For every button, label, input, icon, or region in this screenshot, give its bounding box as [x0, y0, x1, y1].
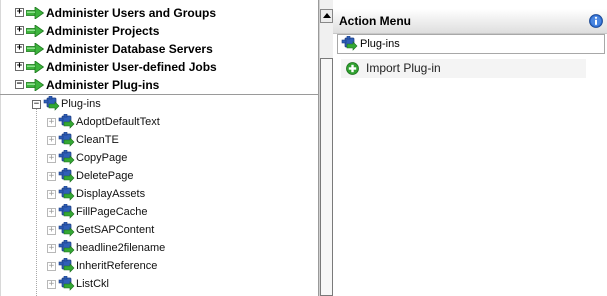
tree-node-label[interactable]: Administer Projects	[46, 22, 159, 40]
collapse-toggle[interactable]: −	[32, 100, 41, 109]
plugin-label[interactable]: FillPageCache	[76, 203, 148, 221]
tree-item-plugin[interactable]: + CleanTE	[0, 131, 300, 149]
plugin-label[interactable]: InheritReference	[76, 257, 157, 275]
tree-item-plugin[interactable]: + headline2filename	[0, 239, 300, 257]
scroll-up-arrow-icon[interactable]	[320, 9, 333, 23]
tree-node-label[interactable]: Administer Users and Groups	[46, 4, 216, 22]
tree-node-label[interactable]: Administer User-defined Jobs	[46, 58, 217, 76]
plugin-icon	[58, 168, 75, 184]
import-plugin-action[interactable]: Import Plug-in	[341, 59, 586, 78]
action-menu-title: Action Menu	[339, 14, 411, 28]
expand-toggle[interactable]: +	[47, 208, 56, 217]
tree-item-plugin[interactable]: + InheritReference	[0, 257, 300, 275]
tree-node-users-groups[interactable]: + Administer Users and Groups	[0, 4, 318, 22]
plugin-icon	[58, 204, 75, 220]
admin-tree: + Administer Users and Groups + Administ…	[0, 0, 318, 296]
expand-toggle[interactable]: +	[47, 244, 56, 253]
tree-item-plugin[interactable]: + DisplayAssets	[0, 185, 300, 203]
plugin-label[interactable]: headline2filename	[76, 239, 165, 257]
plugin-icon	[43, 96, 60, 112]
expand-toggle[interactable]: +	[47, 172, 56, 181]
expand-toggle[interactable]: +	[15, 26, 24, 35]
tree-node-database-servers[interactable]: + Administer Database Servers	[0, 40, 318, 58]
tree-item-plugin[interactable]: + CopyPage	[0, 149, 300, 167]
action-menu-panel: Action Menu Plug-ins Import Plug-in	[333, 0, 607, 296]
tree-node-label[interactable]: Plug-ins	[61, 95, 101, 113]
plugin-icon	[58, 150, 75, 166]
expand-toggle[interactable]: +	[47, 136, 56, 145]
tree-node-label[interactable]: Administer Database Servers	[46, 40, 213, 58]
expand-toggle[interactable]: +	[47, 226, 56, 235]
plugin-icon	[58, 222, 75, 238]
expand-toggle[interactable]: +	[47, 118, 56, 127]
info-icon[interactable]	[589, 14, 603, 28]
action-item-label[interactable]: Import Plug-in	[366, 59, 441, 78]
plugin-label[interactable]: CleanTE	[76, 131, 119, 149]
tree-node-user-defined-jobs[interactable]: + Administer User-defined Jobs	[0, 58, 318, 76]
tree-scrollbar[interactable]	[319, 0, 333, 296]
tree-node-plugins-folder[interactable]: − Plug-ins	[0, 95, 300, 113]
tree-item-plugin[interactable]: + FillPageCache	[0, 203, 300, 221]
collapse-toggle[interactable]: −	[15, 80, 24, 89]
expand-toggle[interactable]: +	[47, 262, 56, 271]
expand-toggle[interactable]: +	[15, 44, 24, 53]
action-menu-header: Action Menu	[333, 9, 607, 34]
plugin-icon	[58, 276, 75, 292]
plugin-icon	[58, 186, 75, 202]
scrollbar-thumb[interactable]	[320, 58, 333, 296]
expand-toggle[interactable]: +	[15, 8, 24, 17]
plugin-icon	[58, 132, 75, 148]
green-arrow-icon	[26, 43, 44, 55]
tree-item-plugin[interactable]: + DeletePage	[0, 167, 300, 185]
plugin-icon	[58, 258, 75, 274]
tree-node-plug-ins[interactable]: − Administer Plug-ins	[0, 76, 318, 95]
tree-node-label[interactable]: Administer Plug-ins	[46, 76, 159, 94]
tree-item-plugin[interactable]: + GetSAPContent	[0, 221, 300, 239]
plugin-label[interactable]: AdoptDefaultText	[76, 113, 160, 131]
green-arrow-icon	[26, 7, 44, 19]
plugin-label[interactable]: DeletePage	[76, 167, 134, 185]
plugin-label[interactable]: CopyPage	[76, 149, 127, 167]
green-arrow-icon	[26, 25, 44, 37]
action-context: Plug-ins	[337, 34, 605, 54]
context-label: Plug-ins	[360, 38, 400, 50]
plugin-label[interactable]: GetSAPContent	[76, 221, 154, 239]
plugin-icon	[58, 240, 75, 256]
expand-toggle[interactable]: +	[47, 154, 56, 163]
plugin-label[interactable]: DisplayAssets	[76, 185, 145, 203]
tree-item-plugin[interactable]: + ListCkl	[0, 275, 300, 293]
expand-toggle[interactable]: +	[47, 190, 56, 199]
plugin-icon	[341, 36, 358, 52]
expand-toggle[interactable]: +	[15, 62, 24, 71]
expand-toggle[interactable]: +	[47, 280, 56, 289]
plugin-icon	[58, 114, 75, 130]
green-arrow-icon	[26, 61, 44, 73]
tree-node-projects[interactable]: + Administer Projects	[0, 22, 318, 40]
plugin-label[interactable]: ListCkl	[76, 275, 109, 293]
add-icon	[346, 62, 359, 75]
tree-item-plugin[interactable]: + AdoptDefaultText	[0, 113, 300, 131]
green-arrow-icon	[26, 79, 44, 91]
